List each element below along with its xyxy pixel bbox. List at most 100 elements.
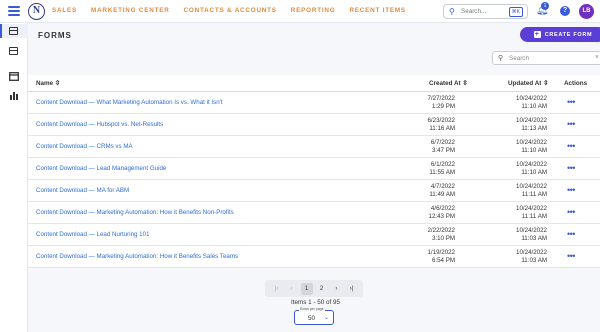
created-time: 1:29 PM bbox=[431, 103, 455, 110]
updated-at-cell: 10/24/2022 11:13 AM bbox=[487, 117, 547, 133]
app-logo[interactable]: N bbox=[28, 3, 45, 20]
forms-search-placeholder: Search bbox=[509, 55, 529, 62]
last-page-button[interactable]: ›| bbox=[346, 283, 358, 295]
sidebar-item-storage[interactable] bbox=[9, 47, 19, 57]
form-name-link[interactable]: Content Download — Lead Nurturing 101 bbox=[36, 231, 150, 238]
form-name-link[interactable]: Content Download — Lead Management Guide bbox=[36, 165, 166, 172]
forms-table: Name ⇳ Created At ⇳ Updated At ⇳ Actions… bbox=[28, 75, 600, 268]
more-actions-icon[interactable]: ••• bbox=[567, 185, 575, 195]
global-search[interactable]: ⚲ Search... ⌘K bbox=[443, 4, 528, 19]
table-header: Name ⇳ Created At ⇳ Updated At ⇳ Actions bbox=[28, 75, 600, 92]
table-row: Content Download — Hubspot vs. Net-Resul… bbox=[28, 114, 600, 136]
forms-search-input[interactable]: ⚲ Search × bbox=[492, 51, 600, 65]
items-summary: Items 1 - 50 of 95 bbox=[291, 299, 341, 306]
table-row: Content Download — What Marketing Automa… bbox=[28, 92, 600, 114]
updated-date: 10/24/2022 bbox=[516, 249, 547, 256]
more-actions-icon[interactable]: ••• bbox=[567, 229, 575, 239]
created-time: 11:49 AM bbox=[429, 191, 455, 198]
updated-at-cell: 10/24/2022 11:10 AM bbox=[487, 95, 547, 111]
created-date: 1/19/2022 bbox=[427, 249, 455, 256]
top-bar: N SALES MARKETING CENTER CONTACTS & ACCO… bbox=[0, 0, 600, 23]
bar-chart-icon bbox=[10, 92, 18, 100]
page-title: FORMS bbox=[38, 31, 72, 40]
column-header-updated-at[interactable]: Updated At ⇳ bbox=[508, 80, 548, 87]
column-header-name[interactable]: Name ⇳ bbox=[36, 80, 60, 87]
updated-time: 11:03 AM bbox=[521, 257, 547, 264]
help-icon[interactable]: ? bbox=[560, 6, 570, 16]
plus-icon: + bbox=[533, 31, 541, 38]
created-date: 6/1/2022 bbox=[430, 161, 455, 168]
form-name-link[interactable]: Content Download — What Marketing Automa… bbox=[36, 99, 223, 106]
created-time: 3:47 PM bbox=[431, 147, 455, 154]
created-date: 6/23/2022 bbox=[427, 117, 455, 124]
updated-time: 11:11 AM bbox=[521, 191, 547, 198]
created-time: 12:43 PM bbox=[428, 213, 455, 220]
sidebar-item-browser[interactable] bbox=[9, 68, 19, 81]
sidebar-item-database[interactable] bbox=[0, 24, 28, 38]
form-name-link[interactable]: Content Download — CRMs vs MA bbox=[36, 143, 133, 150]
table-row: Content Download — Lead Management Guide… bbox=[28, 158, 600, 180]
created-date: 6/7/2022 bbox=[430, 139, 455, 146]
more-actions-icon[interactable]: ••• bbox=[567, 163, 575, 173]
rows-per-page-value: 50 bbox=[308, 315, 316, 322]
updated-at-cell: 10/24/2022 11:03 AM bbox=[487, 227, 547, 243]
create-form-button[interactable]: + CREATE FORM bbox=[520, 27, 600, 42]
window-icon bbox=[9, 72, 19, 81]
page-2-button[interactable]: 2 bbox=[316, 283, 328, 295]
page-1-button[interactable]: 1 bbox=[300, 282, 313, 295]
updated-at-cell: 10/24/2022 11:11 AM bbox=[487, 205, 547, 221]
menu-icon[interactable] bbox=[8, 6, 20, 16]
created-time: 3:10 PM bbox=[431, 235, 455, 242]
nav-item-reporting[interactable]: REPORTING bbox=[291, 7, 336, 14]
created-date: 7/27/2022 bbox=[427, 95, 455, 102]
nav-item-contacts-accounts[interactable]: CONTACTS & ACCOUNTS bbox=[184, 7, 277, 14]
more-actions-icon[interactable]: ••• bbox=[567, 207, 575, 217]
created-date: 4/7/2022 bbox=[430, 183, 455, 190]
more-actions-icon[interactable]: ••• bbox=[567, 119, 575, 129]
created-at-cell: 2/22/2022 3:10 PM bbox=[395, 227, 455, 243]
more-actions-icon[interactable]: ••• bbox=[567, 141, 575, 151]
next-page-button[interactable]: › bbox=[331, 283, 343, 295]
form-name-link[interactable]: Content Download — MA for ABM bbox=[36, 187, 129, 194]
form-name-link[interactable]: Content Download — Marketing Automation:… bbox=[36, 253, 238, 260]
nav-item-marketing-center[interactable]: MARKETING CENTER bbox=[91, 7, 170, 14]
updated-time: 11:10 AM bbox=[521, 147, 547, 154]
created-time: 6:54 PM bbox=[431, 257, 455, 264]
clear-icon[interactable]: × bbox=[595, 54, 599, 61]
pagination: |‹ ‹ 1 2 › ›| bbox=[265, 280, 363, 297]
created-date: 2/22/2022 bbox=[427, 227, 455, 234]
rows-per-page-label: Rows per page bbox=[299, 307, 325, 311]
created-time: 11:55 AM bbox=[429, 169, 455, 176]
column-header-created-at[interactable]: Created At ⇳ bbox=[429, 80, 468, 87]
more-actions-icon[interactable]: ••• bbox=[567, 97, 575, 107]
avatar[interactable]: LB bbox=[579, 4, 594, 19]
updated-date: 10/24/2022 bbox=[516, 117, 547, 124]
first-page-button[interactable]: |‹ bbox=[271, 283, 283, 295]
updated-date: 10/24/2022 bbox=[516, 95, 547, 102]
form-name-link[interactable]: Content Download — Hubspot vs. Net-Resul… bbox=[36, 121, 163, 128]
sidebar-item-reports[interactable] bbox=[9, 87, 19, 100]
created-date: 4/6/2022 bbox=[430, 205, 455, 212]
notification-badge: 1 bbox=[541, 2, 549, 10]
updated-date: 10/24/2022 bbox=[516, 205, 547, 212]
more-actions-icon[interactable]: ••• bbox=[567, 251, 575, 261]
updated-time: 11:10 AM bbox=[521, 169, 547, 176]
updated-at-cell: 10/24/2022 11:11 AM bbox=[487, 183, 547, 199]
updated-date: 10/24/2022 bbox=[516, 161, 547, 168]
table-row: Content Download — Lead Nurturing 101 2/2… bbox=[28, 224, 600, 246]
updated-time: 11:03 AM bbox=[521, 235, 547, 242]
form-name-link[interactable]: Content Download — Marketing Automation:… bbox=[36, 209, 234, 216]
search-icon: ⚲ bbox=[498, 55, 504, 62]
nav-item-sales[interactable]: SALES bbox=[52, 7, 77, 14]
nav-item-recent-items[interactable]: RECENT ITEMS bbox=[349, 7, 405, 14]
table-row: Content Download — CRMs vs MA 6/7/2022 3:4… bbox=[28, 136, 600, 158]
updated-time: 11:10 AM bbox=[521, 103, 547, 110]
server-icon bbox=[9, 47, 18, 55]
prev-page-button[interactable]: ‹ bbox=[286, 283, 298, 295]
updated-date: 10/24/2022 bbox=[516, 139, 547, 146]
table-row: Content Download — MA for ABM 4/7/2022 11:… bbox=[28, 180, 600, 202]
rows-per-page-select[interactable]: Rows per page 50 ⌄ bbox=[294, 307, 334, 325]
updated-time: 11:11 AM bbox=[521, 213, 547, 220]
updated-date: 10/24/2022 bbox=[516, 183, 547, 190]
updated-time: 11:13 AM bbox=[521, 125, 547, 132]
